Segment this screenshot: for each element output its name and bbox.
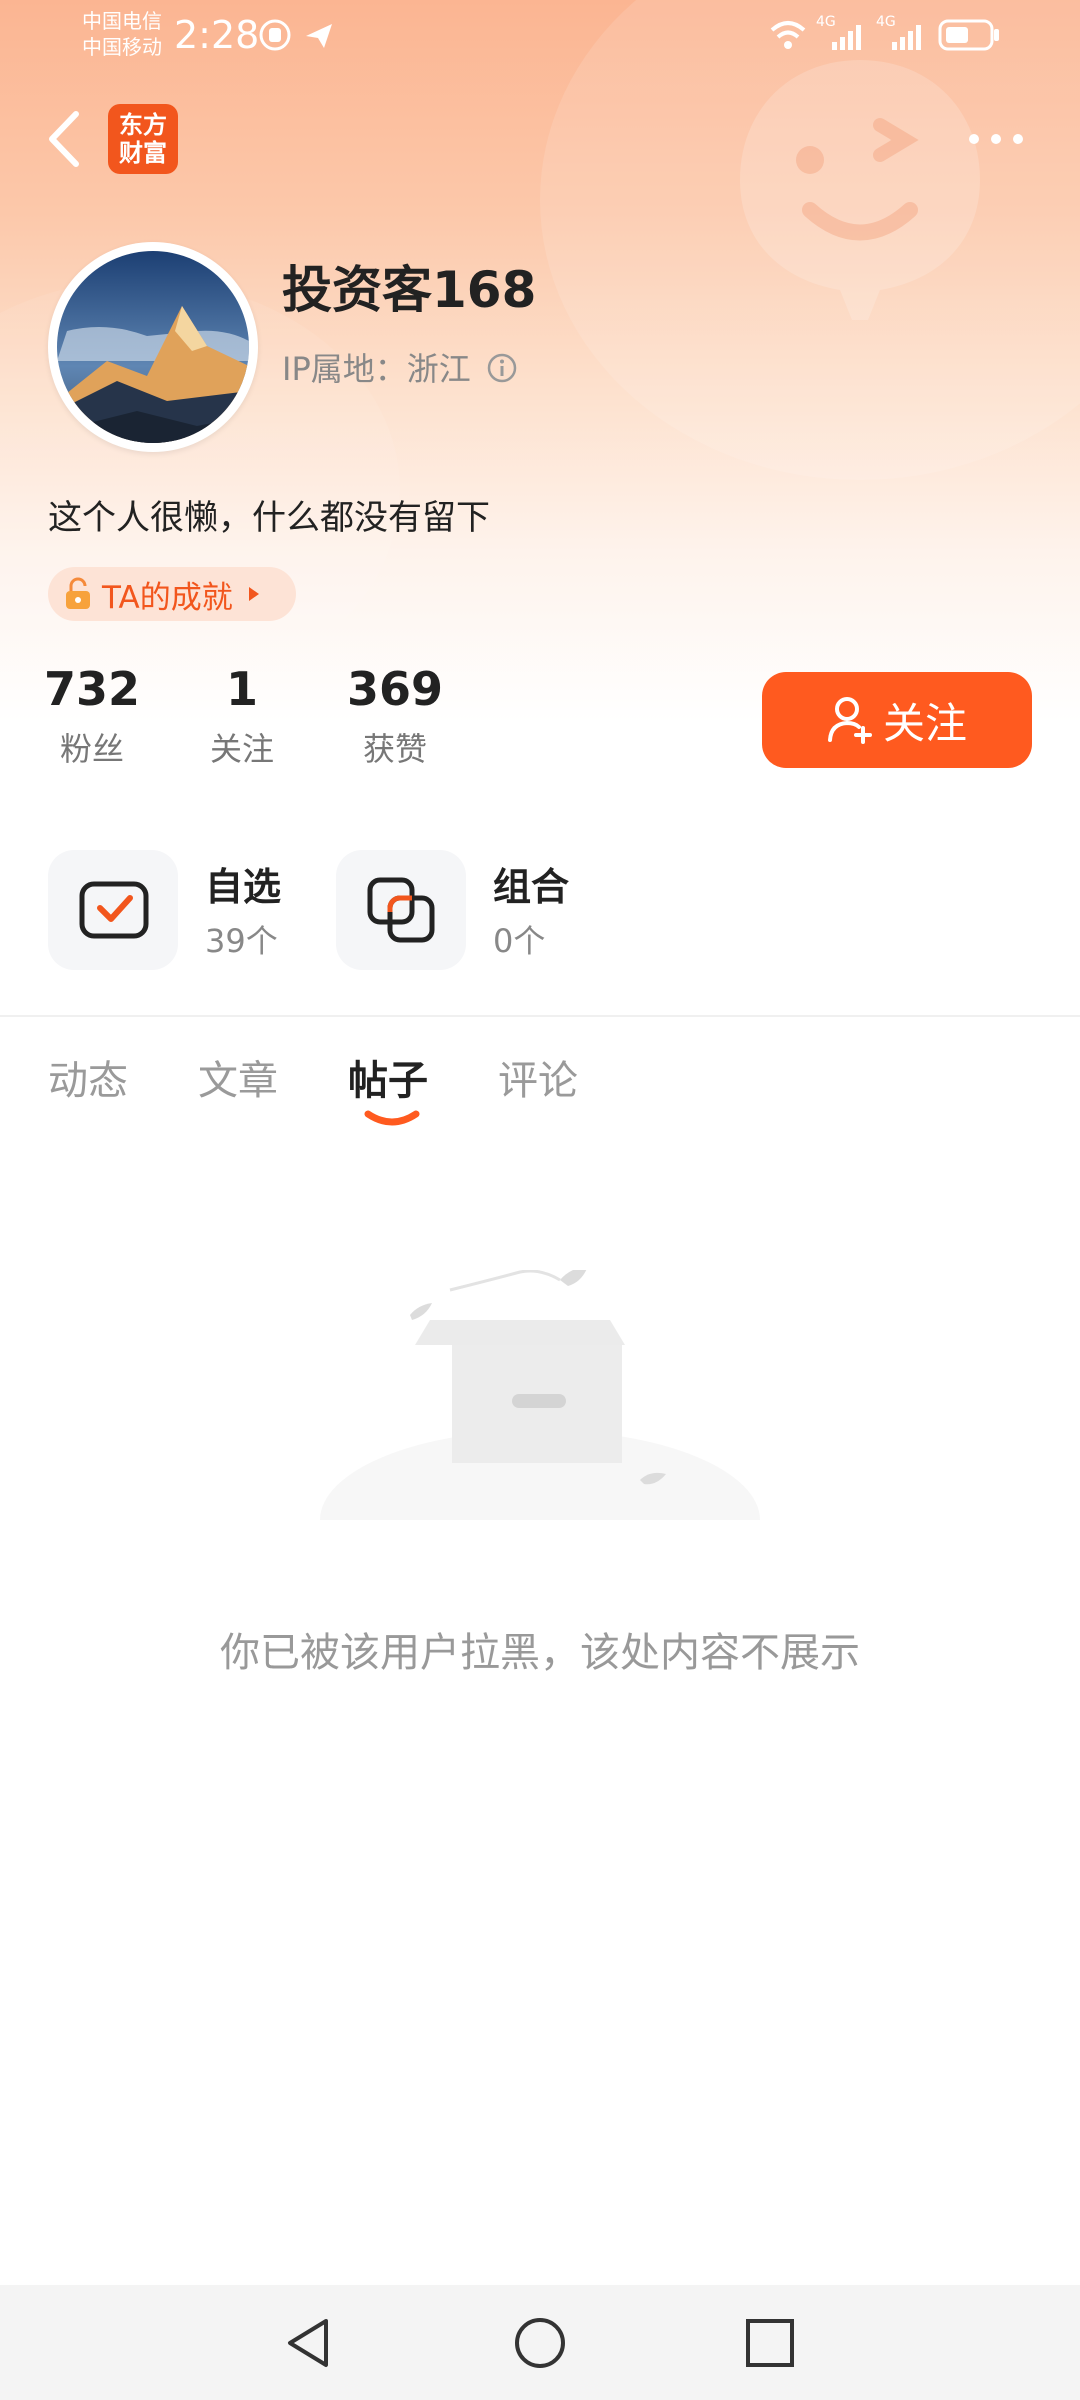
following-count[interactable]: 1 bbox=[190, 662, 294, 716]
clock: 2:28 bbox=[174, 13, 260, 57]
logo-text-line2: 财富 bbox=[119, 139, 167, 167]
achievements-badge[interactable]: TA的成就 bbox=[48, 567, 296, 621]
status-bar: 中国电信 中国移动 2:28 4G 4G bbox=[0, 0, 1080, 70]
portfolio-title[interactable]: 组合 bbox=[493, 856, 569, 911]
tab-activity[interactable]: 动态 bbox=[48, 1048, 128, 1106]
active-tab-indicator bbox=[364, 1110, 420, 1126]
home-nav-icon[interactable] bbox=[512, 2315, 568, 2371]
watchlist-tile[interactable] bbox=[48, 850, 178, 970]
send-icon bbox=[306, 24, 332, 48]
portfolio-count: 0个 bbox=[493, 922, 546, 960]
likes-count[interactable]: 369 bbox=[340, 662, 450, 716]
followers-label[interactable]: 粉丝 bbox=[40, 724, 144, 770]
achievements-label: TA的成就 bbox=[102, 579, 233, 616]
tab-posts[interactable]: 帖子 bbox=[348, 1048, 428, 1106]
portfolio-tile[interactable] bbox=[336, 850, 466, 970]
watchlist-count: 39个 bbox=[205, 922, 278, 960]
add-user-icon bbox=[827, 697, 872, 744]
followers-count[interactable]: 732 bbox=[40, 662, 144, 716]
lock-icon bbox=[66, 577, 90, 609]
logo-text-line1: 东方 bbox=[119, 111, 167, 139]
empty-box-illustration bbox=[310, 1270, 770, 1540]
back-arrow-icon[interactable] bbox=[44, 108, 84, 170]
avatar[interactable] bbox=[48, 242, 258, 452]
username: 投资客168 bbox=[282, 261, 537, 319]
tab-articles[interactable]: 文章 bbox=[198, 1048, 278, 1106]
carrier-2: 中国移动 bbox=[82, 35, 162, 59]
wifi-icon bbox=[770, 21, 806, 49]
following-label[interactable]: 关注 bbox=[190, 724, 294, 770]
avatar-mountain-image bbox=[57, 251, 249, 443]
triangle-right-icon bbox=[248, 587, 259, 601]
watchlist-title[interactable]: 自选 bbox=[205, 856, 281, 911]
follow-button-label: 关注 bbox=[882, 698, 967, 748]
follow-button[interactable]: 关注 bbox=[762, 672, 1032, 768]
recents-nav-icon[interactable] bbox=[744, 2317, 796, 2369]
signal-icon bbox=[892, 25, 921, 50]
more-options-icon[interactable] bbox=[966, 124, 1026, 154]
carrier-1: 中国电信 bbox=[82, 9, 162, 33]
content-card: 自选 39个 组合 0个 bbox=[0, 820, 1080, 2285]
system-navigation-bar bbox=[0, 2285, 1080, 2400]
notification-icon bbox=[259, 19, 291, 51]
info-icon[interactable] bbox=[486, 352, 518, 384]
likes-label[interactable]: 获赞 bbox=[340, 724, 450, 770]
ip-location: IP属地：浙江 bbox=[282, 350, 471, 388]
bio: 这个人很懒，什么都没有留下 bbox=[48, 498, 490, 538]
tab-comments[interactable]: 评论 bbox=[498, 1048, 578, 1106]
portfolio-icon bbox=[367, 877, 435, 943]
divider bbox=[0, 1015, 1080, 1017]
back-nav-icon[interactable] bbox=[282, 2315, 336, 2371]
signal-icon bbox=[832, 25, 861, 50]
app-logo[interactable]: 东方 财富 bbox=[108, 104, 178, 174]
battery-icon bbox=[938, 19, 999, 51]
blocked-message: 你已被该用户拉黑，该处内容不展示 bbox=[220, 1630, 860, 1676]
checkbox-icon bbox=[79, 881, 149, 939]
carrier-info: 中国电信 中国移动 bbox=[82, 8, 162, 60]
smiley-decoration-icon bbox=[740, 60, 980, 320]
